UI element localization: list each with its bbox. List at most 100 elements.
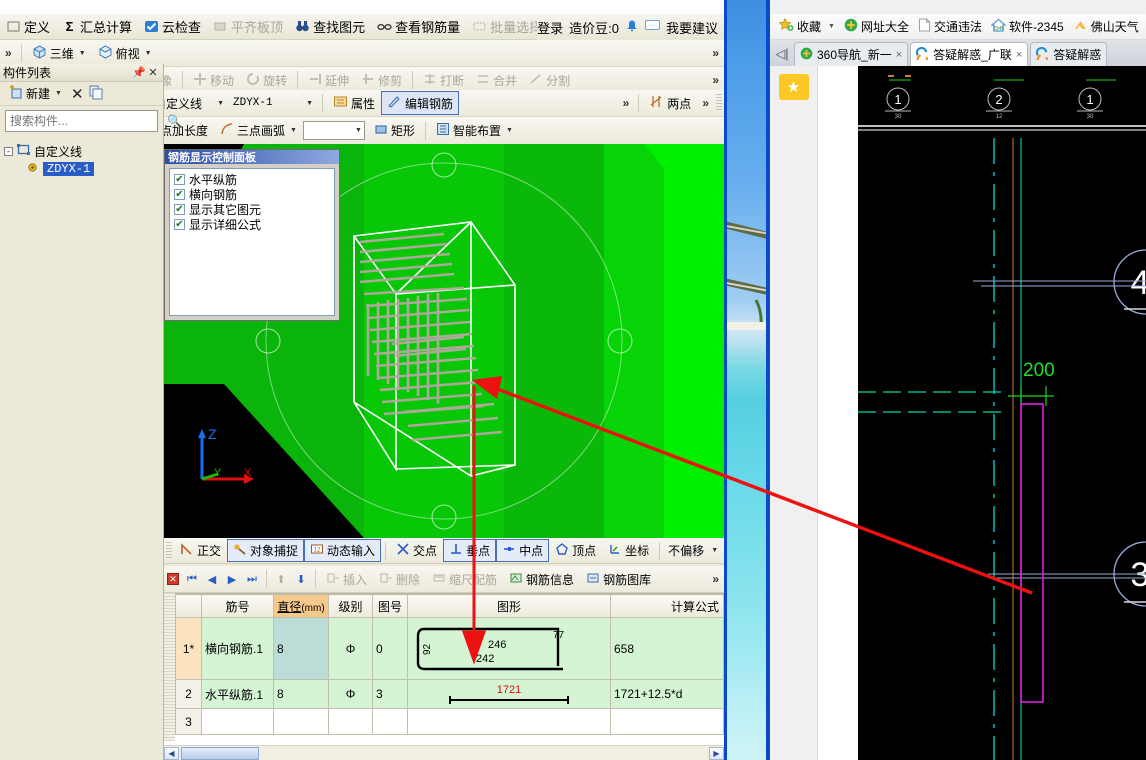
tool-rectangle[interactable]: 矩形 <box>368 119 421 142</box>
bookmark-foshan-weather[interactable]: 佛山天气 <box>1070 16 1142 38</box>
cell-diameter[interactable]: 8 <box>273 617 329 680</box>
chevron-down-icon[interactable]: ▼ <box>217 100 224 107</box>
toolbar-grip[interactable] <box>166 541 172 560</box>
checkbox-transverse-rebar[interactable]: ✔ <box>174 189 185 200</box>
tool-three-point-arc[interactable]: 三点画弧 ▼ <box>214 119 303 142</box>
search-component-row[interactable]: 🔍 <box>5 110 182 132</box>
tab-close-icon[interactable]: × <box>896 49 902 61</box>
menu-item-cloud-check[interactable]: 云检查 <box>138 15 207 38</box>
row-index[interactable]: 1* <box>175 617 202 680</box>
chevron-down-icon[interactable]: ▼ <box>306 100 313 107</box>
rebar-insert-row[interactable]: 插入 <box>320 568 373 591</box>
cell-formula[interactable] <box>610 708 724 735</box>
nav-down-icon[interactable]: ⬇ <box>291 570 311 588</box>
chevron-down-icon[interactable]: ▼ <box>355 127 362 134</box>
chevron-down-icon[interactable]: ▼ <box>145 50 152 57</box>
bell-icon[interactable] <box>625 19 639 36</box>
cell-shape[interactable]: 1721 <box>407 679 611 709</box>
cell-shape[interactable]: 92 77 246 242 <box>407 617 611 680</box>
checkbox-horizontal-longitudinal[interactable]: ✔ <box>174 174 185 185</box>
row-index[interactable]: 2 <box>175 679 202 709</box>
tree-expander-icon[interactable]: - <box>4 146 13 156</box>
scroll-right-icon[interactable]: ▶ <box>709 746 724 760</box>
cell-grade[interactable]: Φ <box>328 617 373 680</box>
tool-extend[interactable]: 延伸 <box>302 69 355 92</box>
snap-coordinate[interactable]: 坐标 <box>602 539 655 562</box>
new-component-button[interactable]: 新建 ▼ <box>4 83 66 105</box>
cell-diameter[interactable]: 8 <box>273 679 329 709</box>
draw-mode-select[interactable]: ▼ <box>302 121 365 140</box>
offset-mode-select[interactable]: 不偏移 ▼ <box>664 541 720 560</box>
table-vertical-scrollbar[interactable] <box>164 593 175 741</box>
tool-smart-layout[interactable]: 智能布置 ▼ <box>430 119 519 142</box>
tool-move[interactable]: 移动 <box>187 69 240 92</box>
tool-merge[interactable]: 合并 <box>470 69 523 92</box>
tool-break[interactable]: 打断 <box>417 69 470 92</box>
th-shape[interactable]: 图形 <box>407 594 611 618</box>
rebar-scale-reinforcement[interactable]: 缩尺配筋 <box>426 568 503 591</box>
table-row[interactable]: 1* 横向钢筋.1 8 Φ 0 92 77 246 242 658 <box>175 617 724 680</box>
cell-bar-number[interactable]: 水平纵筋.1 <box>201 679 274 709</box>
login-link[interactable]: 登录 <box>537 18 563 37</box>
rebar-panel-option[interactable]: ✔ 显示其它图元 <box>174 202 330 217</box>
tree-node-zdyx-1[interactable]: ZDYX-1 <box>4 160 159 178</box>
star-icon[interactable]: ★ <box>778 74 809 100</box>
close-red-icon[interactable]: ✕ <box>167 573 179 585</box>
menu-item-define[interactable]: 定义 <box>0 15 56 38</box>
snap-ortho[interactable]: 正交 <box>174 539 227 562</box>
view-toolbar-overflow-left[interactable]: » <box>0 46 17 60</box>
menu-item-batch-select[interactable]: 批量选择 <box>466 15 548 38</box>
menu-item-align-slab-top[interactable]: 平齐板顶 <box>207 15 289 38</box>
tool-two-point[interactable]: 两点 <box>643 91 697 115</box>
snap-midpoint[interactable]: 中点 <box>496 539 550 562</box>
table-row[interactable]: 2 水平纵筋.1 8 Φ 3 1721 1721+12.5*d <box>175 679 724 709</box>
menu-item-summary-calc[interactable]: Σ 汇总计算 <box>56 15 138 38</box>
cell-diameter[interactable] <box>273 708 329 735</box>
cad-drawing-view[interactable]: 1 2 1 30 12 30 4 3 200 <box>858 66 1146 760</box>
cell-figure-no[interactable]: 0 <box>372 617 408 680</box>
bookmark-web-directory[interactable]: 网址大全 <box>841 16 912 37</box>
th-grade[interactable]: 级别 <box>328 594 373 618</box>
cell-formula[interactable]: 1721+12.5*d <box>610 679 724 709</box>
edit-toolbar-overflow[interactable]: » <box>707 73 724 87</box>
th-diameter[interactable]: 直径(mm) <box>273 594 329 618</box>
tool-trim[interactable]: 修剪 <box>355 69 408 92</box>
row-index[interactable]: 3 <box>175 708 202 735</box>
search-input[interactable] <box>6 112 167 130</box>
nav-first-icon[interactable]: ⏮ <box>182 570 202 588</box>
comment-icon[interactable]: ··· <box>644 19 660 35</box>
chevron-down-icon[interactable]: ▼ <box>506 127 513 134</box>
cell-formula[interactable]: 658 <box>610 617 724 680</box>
scroll-thumb[interactable] <box>181 746 259 760</box>
copy-page-icon[interactable] <box>89 85 104 103</box>
rebar-panel-option[interactable]: ✔ 显示详细公式 <box>174 217 330 232</box>
chevron-down-icon[interactable]: ▼ <box>290 127 297 134</box>
rebar-info-button[interactable]: 钢筋信息 <box>503 568 580 591</box>
th-index[interactable] <box>175 594 202 618</box>
chevron-down-icon[interactable]: ▼ <box>828 23 835 30</box>
tool-split[interactable]: 分割 <box>523 69 576 92</box>
two-point-overflow[interactable]: » <box>697 96 714 110</box>
tool-rotate[interactable]: 旋转 <box>240 69 293 92</box>
member-select[interactable]: ZDYX-1 ▼ <box>229 94 315 113</box>
cell-bar-number[interactable] <box>201 708 274 735</box>
three-d-viewport[interactable]: Z X Y 钢筋显示控制面板 ✔ 水平纵筋 ✔ 横向钢筋 ✔ 显示其它图元 ✔ … <box>164 144 724 538</box>
pin-icon[interactable]: 📌 <box>132 66 146 79</box>
chevron-down-icon[interactable]: ▼ <box>711 547 718 554</box>
snap-vertex[interactable]: 顶点 <box>549 539 602 562</box>
tab-back-icon[interactable]: ◁| <box>770 42 794 66</box>
suggest-link[interactable]: 我要建议 <box>666 18 718 37</box>
tab-360-navigation[interactable]: 360导航_新一 × <box>794 42 909 66</box>
snap-intersection[interactable]: 交点 <box>390 539 443 562</box>
bookmark-favorites[interactable]: 收藏 ▼ <box>776 16 838 38</box>
nav-up-icon[interactable]: ⬆ <box>271 570 291 588</box>
rebar-toolbar-overflow[interactable]: » <box>707 572 724 586</box>
cell-bar-number[interactable]: 横向钢筋.1 <box>201 617 274 680</box>
th-formula[interactable]: 计算公式 <box>610 594 724 618</box>
rebar-delete-row[interactable]: 删除 <box>373 568 426 591</box>
snap-perpendicular[interactable]: 垂点 <box>443 539 497 562</box>
menu-item-find-element[interactable]: 查找图元 <box>289 15 371 38</box>
rebar-panel-option[interactable]: ✔ 水平纵筋 <box>174 172 330 187</box>
close-icon[interactable]: ✕ <box>146 66 160 79</box>
cell-grade[interactable] <box>328 708 373 735</box>
